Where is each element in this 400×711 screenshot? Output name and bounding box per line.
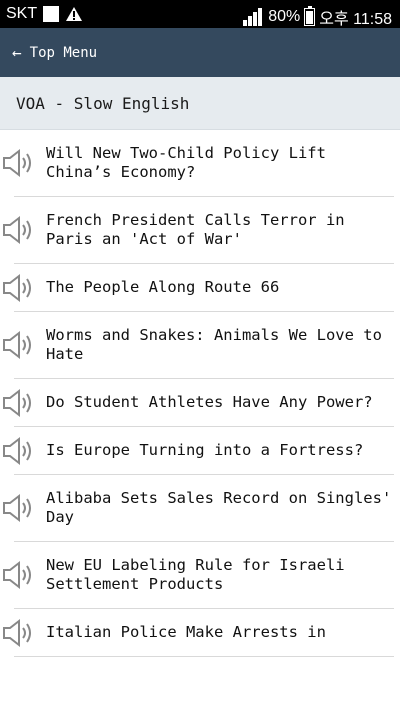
list-item[interactable]: Alibaba Sets Sales Record on Singles' Da…	[3, 475, 394, 542]
speaker-icon	[3, 330, 31, 360]
status-bar: SKT 80% 오후 11:58	[0, 0, 400, 28]
article-title: New EU Labeling Rule for Israeli Settlem…	[46, 556, 345, 593]
speaker-icon	[3, 388, 31, 417]
list-item[interactable]: Will New Two-Child Policy Lift China’s E…	[3, 130, 394, 197]
battery-percent: 80%	[268, 8, 301, 25]
section-header: VOA - Slow English	[0, 77, 400, 130]
article-title: The People Along Route 66	[46, 278, 280, 296]
speaker-icon	[3, 436, 31, 465]
clock: 오후 11:58	[319, 11, 392, 28]
list-item[interactable]: Do Student Athletes Have Any Power?	[3, 379, 394, 427]
list-item[interactable]: Italian Police Make Arrests in	[3, 609, 394, 657]
article-list: Will New Two-Child Policy Lift China’s E…	[0, 130, 400, 657]
section-title: VOA - Slow English	[16, 93, 190, 113]
article-title: Worms and Snakes: Animals We Love to Hat…	[46, 326, 382, 363]
back-arrow-icon[interactable]: ←	[12, 43, 22, 62]
article-title: Alibaba Sets Sales Record on Singles' Da…	[46, 489, 392, 526]
article-title: Will New Two-Child Policy Lift China’s E…	[46, 144, 326, 181]
notification-icon	[43, 6, 60, 22]
battery-icon	[304, 6, 316, 26]
warning-icon	[66, 7, 83, 21]
speaker-icon	[3, 215, 31, 245]
carrier-label: SKT	[6, 5, 38, 22]
list-item[interactable]: Is Europe Turning into a Fortress?	[3, 427, 394, 475]
article-title: French President Calls Terror in Paris a…	[46, 211, 345, 248]
speaker-icon	[3, 148, 31, 178]
list-item[interactable]: French President Calls Terror in Paris a…	[3, 197, 394, 264]
list-item[interactable]: The People Along Route 66	[3, 264, 394, 312]
article-title: Italian Police Make Arrests in	[46, 623, 326, 641]
list-item[interactable]: Worms and Snakes: Animals We Love to Hat…	[3, 312, 394, 379]
list-item[interactable]: New EU Labeling Rule for Israeli Settlem…	[3, 542, 394, 609]
signal-icon	[243, 8, 263, 26]
article-title: Is Europe Turning into a Fortress?	[46, 441, 364, 459]
speaker-icon	[3, 273, 31, 302]
app-bar: ← Top Menu	[0, 28, 400, 77]
speaker-icon	[3, 560, 31, 590]
speaker-icon	[3, 493, 31, 523]
article-title: Do Student Athletes Have Any Power?	[46, 393, 373, 411]
speaker-icon	[3, 618, 31, 647]
top-menu-link[interactable]: Top Menu	[30, 45, 97, 61]
